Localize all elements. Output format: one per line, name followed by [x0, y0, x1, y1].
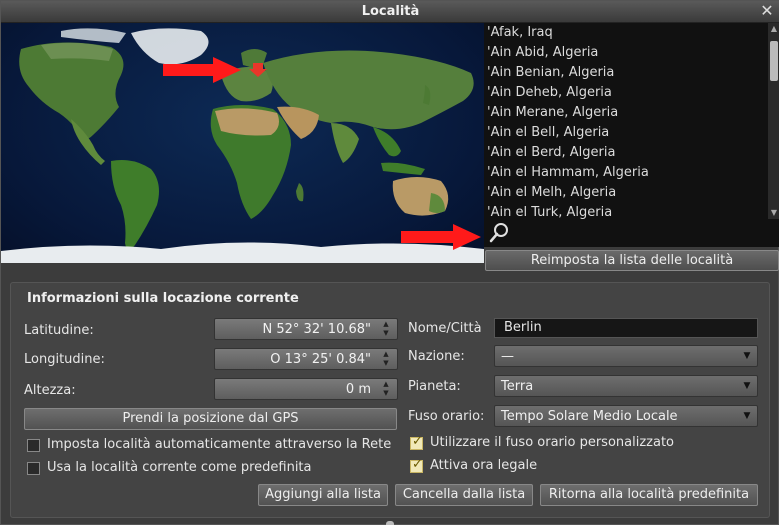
timezone-label: Fuso orario:	[408, 409, 485, 424]
arctic-ice	[61, 28, 126, 43]
chevron-down-icon[interactable]: ▼	[739, 378, 755, 394]
chevron-down-icon[interactable]: ▼	[739, 348, 755, 364]
list-item[interactable]: 'Ain Abid, Algeria	[484, 43, 779, 63]
search-icon[interactable]	[488, 222, 510, 244]
list-item[interactable]: 'Ain el Turk, Algeria	[484, 203, 779, 219]
auto-location-checkbox[interactable]	[27, 439, 40, 452]
window-title: Località	[361, 4, 420, 19]
chevron-down-icon[interactable]: ▼	[739, 408, 755, 424]
scroll-down-icon[interactable]: ▼	[768, 207, 779, 219]
custom-timezone-checkbox[interactable]	[410, 434, 423, 450]
longitude-stepper[interactable]: ▲ ▼	[377, 350, 395, 368]
add-to-list-button[interactable]: Aggiungi alla lista	[258, 484, 388, 506]
delete-from-list-button[interactable]: Cancella dalla lista	[395, 484, 533, 506]
city-list[interactable]: 'Afak, Iraq 'Ain Abid, Algeria 'Ain Beni…	[484, 23, 779, 219]
south-america	[111, 160, 159, 250]
list-item[interactable]: 'Ain Benian, Algeria	[484, 63, 779, 83]
timezone-select[interactable]: Tempo Solare Medio Locale ▼	[494, 405, 758, 427]
gps-button[interactable]: Prendi la posizione dal GPS	[24, 408, 397, 430]
altitude-value: 0 m	[345, 382, 371, 397]
altitude-stepper[interactable]: ▲ ▼	[377, 380, 395, 398]
longitude-spinbox[interactable]: O 13° 25' 0.84" ▲ ▼	[214, 348, 398, 370]
nation-value: —	[501, 349, 514, 364]
altitude-label: Altezza:	[24, 383, 76, 398]
sahara	[215, 108, 279, 136]
stepper-up-icon[interactable]: ▲	[377, 380, 395, 389]
reset-list-button[interactable]: Reimposta la lista delle località	[485, 250, 779, 271]
section-title: Informazioni sulla locazione corrente	[27, 291, 299, 306]
latitude-spinbox[interactable]: N 52° 32' 10.68" ▲ ▼	[214, 318, 398, 340]
list-item[interactable]: 'Ain el Hammam, Algeria	[484, 163, 779, 183]
auto-location-label: Imposta località automaticamente attrave…	[47, 437, 392, 452]
list-item[interactable]: 'Ain el Berd, Algeria	[484, 143, 779, 163]
city-search-row	[484, 219, 779, 247]
custom-timezone-label: Utilizzare il fuso orario personalizzato	[430, 435, 675, 450]
name-label: Nome/Città	[408, 321, 482, 336]
latitude-stepper[interactable]: ▲ ▼	[377, 320, 395, 338]
madagascar	[296, 183, 304, 202]
resize-handle[interactable]	[386, 521, 394, 525]
list-item[interactable]: 'Ain el Bell, Algeria	[484, 123, 779, 143]
default-location-checkbox[interactable]	[27, 462, 40, 475]
return-default-button[interactable]: Ritorna alla località predefinita	[540, 484, 758, 506]
list-item[interactable]: 'Ain el Melh, Algeria	[484, 183, 779, 203]
longitude-value: O 13° 25' 0.84"	[270, 352, 371, 367]
india	[331, 123, 359, 163]
city-name-field[interactable]: Berlin	[494, 318, 758, 338]
stepper-down-icon[interactable]: ▼	[377, 329, 395, 338]
scroll-thumb[interactable]	[770, 41, 778, 81]
close-icon[interactable]: ✕	[758, 1, 776, 21]
dst-label: Attiva ora legale	[430, 458, 538, 473]
stepper-down-icon[interactable]: ▼	[377, 359, 395, 368]
longitude-label: Longitudine:	[24, 352, 105, 367]
nation-label: Nazione:	[408, 349, 465, 364]
stepper-up-icon[interactable]: ▲	[377, 350, 395, 359]
dst-checkbox[interactable]	[410, 457, 423, 473]
se-asia	[373, 127, 401, 157]
annotation-arrow-map-icon	[163, 57, 241, 83]
city-search-input[interactable]	[514, 223, 764, 243]
title-bar[interactable]: Località ✕	[1, 1, 779, 23]
planet-label: Pianeta:	[408, 379, 461, 394]
default-location-label: Usa la località corrente come predefinit…	[47, 460, 312, 475]
list-item[interactable]: 'Ain Merane, Algeria	[484, 103, 779, 123]
planet-select[interactable]: Terra ▼	[494, 375, 758, 397]
planet-value: Terra	[501, 379, 534, 394]
list-item[interactable]: 'Afak, Iraq	[484, 23, 779, 43]
latitude-value: N 52° 32' 10.68"	[262, 322, 371, 337]
list-item[interactable]: 'Ain Deheb, Algeria	[484, 83, 779, 103]
location-window: Località ✕ 'Afak, Iraq 'Ain Abid, Algeri…	[0, 0, 779, 525]
indonesia	[381, 162, 425, 175]
nation-select[interactable]: — ▼	[494, 345, 758, 367]
city-list-scrollbar[interactable]: ▲ ▼	[768, 23, 779, 219]
stepper-up-icon[interactable]: ▲	[377, 320, 395, 329]
current-location-panel: Informazioni sulla locazione corrente La…	[10, 282, 770, 518]
altitude-spinbox[interactable]: 0 m ▲ ▼	[214, 378, 398, 400]
stepper-down-icon[interactable]: ▼	[377, 389, 395, 398]
annotation-arrow-search-icon	[401, 224, 481, 250]
scroll-up-icon[interactable]: ▲	[768, 23, 779, 35]
latitude-label: Latitudine:	[24, 323, 94, 338]
timezone-value: Tempo Solare Medio Locale	[501, 409, 678, 424]
